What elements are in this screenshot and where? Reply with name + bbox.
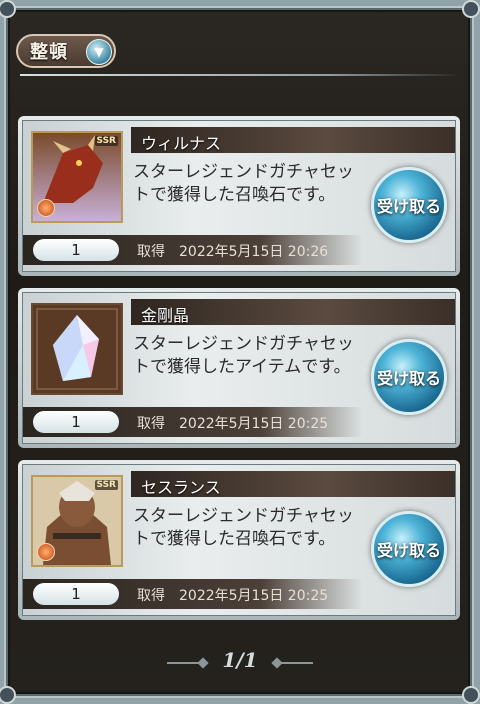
quantity: 1 [33,583,119,605]
title-bar: ウィルナス [131,127,455,153]
chevron-down-icon: ▼ [86,39,112,65]
acquired-label: 取得 [137,416,165,432]
summon-thumbnail: SSR [31,131,123,223]
item-title: ウィルナス [141,134,222,153]
info-bar: 1 取得 2022年5月15日 20:26 [23,235,363,265]
corner-ornament [0,686,16,704]
item-description: スターレジェンドガチャセットで獲得した召喚石です。 [133,162,354,205]
gift-card-body: 金剛晶 スターレジェンドガチャセットで獲得したアイテムです。 受け取る 1 取得… [22,292,456,444]
item-description: スターレジェンドガチャセットで獲得した召喚石です。 [133,506,354,549]
quantity: 1 [33,411,119,433]
acquired-info: 取得 2022年5月15日 20:25 [137,413,328,433]
sort-label: 整頓 [30,42,68,63]
gift-card: 金剛晶 スターレジェンドガチャセットで獲得したアイテムです。 受け取る 1 取得… [18,288,460,448]
gift-card: SSR セスランス スターレジェンドガチャセットで獲得した召喚石です。 受け取る… [18,460,460,620]
acquired-label: 取得 [137,588,165,604]
claim-button[interactable]: 受け取る [371,511,447,587]
corner-ornament [0,0,16,18]
acquired-label: 取得 [137,244,165,260]
item-description: スターレジェンドガチャセットで獲得したアイテムです。 [133,334,354,377]
gift-card: SSR ウィルナス スターレジェンドガチャセットで獲得した召喚石です。 受け取る… [18,116,460,276]
item-title: 金剛晶 [141,306,190,325]
info-bar: 1 取得 2022年5月15日 20:25 [23,407,363,437]
acquired-date: 2022年5月15日 20:25 [179,416,329,432]
next-ornament [272,661,313,664]
corner-ornament [462,686,480,704]
prev-ornament [167,661,208,664]
page-indicator: 1/1 [222,648,258,672]
acquired-date: 2022年5月15日 20:25 [179,588,329,604]
acquired-info: 取得 2022年5月15日 20:26 [137,241,328,261]
fire-element-icon [37,543,55,561]
gift-card-body: SSR セスランス スターレジェンドガチャセットで獲得した召喚石です。 受け取る… [22,464,456,616]
sort-button[interactable]: 整頓 ▼ [16,34,116,68]
summon-thumbnail: SSR [31,475,123,567]
corner-ornament [462,0,480,18]
title-bar: 金剛晶 [131,299,455,325]
header-divider [20,74,460,76]
item-thumbnail [31,303,123,395]
rarity-badge: SSR [94,136,118,146]
acquired-info: 取得 2022年5月15日 20:25 [137,585,328,605]
info-bar: 1 取得 2022年5月15日 20:25 [23,579,363,609]
claim-button[interactable]: 受け取る [371,339,447,415]
item-title: セスランス [141,478,221,497]
claim-button[interactable]: 受け取る [371,167,447,243]
quantity: 1 [33,239,119,261]
acquired-date: 2022年5月15日 20:26 [179,244,329,260]
pagination: 1/1 [0,648,480,672]
fire-element-icon [37,199,55,217]
rarity-badge: SSR [94,480,118,490]
gift-card-body: SSR ウィルナス スターレジェンドガチャセットで獲得した召喚石です。 受け取る… [22,120,456,272]
title-bar: セスランス [131,471,455,497]
